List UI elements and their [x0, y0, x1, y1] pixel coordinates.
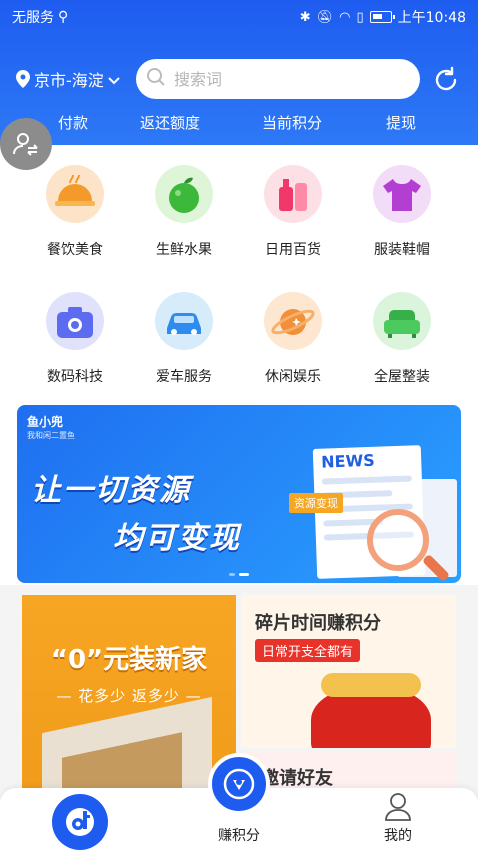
tab-earn-points-label: 赚积分 [218, 828, 260, 844]
location-text: 京市-海淀 [34, 71, 104, 90]
banner-headline-2: 均可变现 [113, 521, 241, 556]
subnav-withdraw[interactable]: 提现 [386, 112, 416, 130]
carousel-dots [229, 573, 249, 576]
search-bar[interactable] [136, 59, 420, 99]
category-daily-goods[interactable]: 日用百货 [243, 165, 343, 259]
camera-icon [46, 292, 104, 350]
banner-brand: 鱼小兜 我和闲二置鱼 [27, 413, 75, 441]
subnav-pay[interactable]: 付款 [58, 112, 88, 130]
banner-headline-1: 让一切资源 [31, 473, 191, 508]
car-icon [155, 292, 213, 350]
search-input[interactable] [174, 69, 394, 89]
news-line [321, 475, 412, 485]
refresh-icon[interactable] [430, 64, 462, 96]
location-selector[interactable]: 京市-海淀 [16, 67, 128, 91]
battery-icon [369, 11, 395, 23]
location-pin-icon [16, 70, 30, 88]
tab-mine-label: 我的 [384, 828, 412, 844]
chevron-down-icon [108, 70, 120, 89]
promo-right-title: 碎片时间赚积分 [255, 613, 381, 634]
brand-subtitle: 我和闲二置鱼 [27, 431, 75, 440]
clock-text: 上午10:48 [397, 10, 466, 26]
category-label: 生鲜水果 [156, 242, 212, 258]
brand-name: 鱼小兜 [27, 415, 64, 429]
category-car-service[interactable]: 爱车服务 [134, 292, 234, 386]
carousel-dot-active [239, 573, 249, 576]
usb-icon: ⚲ [58, 9, 69, 25]
banner-tag: 资源变现 [289, 493, 343, 513]
coin-icon [223, 768, 255, 800]
status-bar: 无服务 ⚲ ✱ 🔕︎ ◠ ▯ 上午10:48 [0, 0, 478, 32]
category-label: 日用百货 [265, 242, 321, 258]
category-digital[interactable]: 数码科技 [25, 292, 125, 386]
planet-icon [264, 292, 322, 350]
status-left: 无服务 ⚲ [12, 7, 68, 27]
apple-icon [155, 165, 213, 223]
magnifier-icon [367, 509, 429, 571]
gift-bag-ribbon [321, 673, 421, 697]
category-dining[interactable]: 餐饮美食 [25, 165, 125, 259]
dining-icon [46, 165, 104, 223]
wifi-icon: ◠ [339, 9, 351, 25]
carrier-text: 无服务 [12, 10, 54, 26]
category-label: 爱车服务 [156, 369, 212, 385]
category-label: 全屋整装 [374, 369, 430, 385]
tab-mine[interactable]: 我的 [338, 788, 458, 850]
search-icon [146, 67, 166, 91]
category-leisure[interactable]: 休闲娱乐 [243, 292, 343, 386]
promo-right-tag: 日常开支全都有 [255, 639, 361, 662]
promo-banner[interactable]: 鱼小兜 我和闲二置鱼 让一切资源 均可变现 NEWS 资源变现 [17, 405, 461, 583]
subnav-rebate[interactable]: 返还额度 [140, 112, 200, 130]
header-row: 京市-海淀 [0, 58, 478, 102]
subnav-points[interactable]: 当前积分 [262, 112, 322, 130]
app-logo-icon [66, 808, 94, 836]
account-subnav: 付款 返还额度 当前积分 提现 [0, 110, 478, 130]
tab-home-button[interactable] [52, 794, 108, 850]
promo-invite-title: 邀请好友 [261, 768, 333, 789]
category-apparel[interactable]: 服装鞋帽 [352, 165, 452, 259]
user-switch-icon[interactable] [0, 118, 52, 170]
category-home-decor[interactable]: 全屋整装 [352, 292, 452, 386]
news-label: NEWS [320, 450, 376, 472]
category-fresh-fruit[interactable]: 生鲜水果 [134, 165, 234, 259]
category-label: 休闲娱乐 [265, 369, 321, 385]
tab-earn-points-button[interactable] [208, 753, 270, 815]
category-label: 餐饮美食 [47, 242, 103, 258]
mute-icon: 🔕︎ [316, 9, 334, 25]
bluetooth-icon: ✱ [299, 9, 311, 25]
promo-left-title: “0”元装新家 [50, 645, 208, 675]
sofa-icon [373, 292, 431, 350]
sim-icon: ▯ [356, 9, 364, 25]
promo-home-decor-card[interactable]: “0”元装新家 — 花多少 返多少 — [22, 595, 236, 810]
promo-earn-points-card[interactable]: 碎片时间赚积分 日常开支全都有 [241, 595, 456, 748]
user-icon [384, 792, 412, 826]
cosmetics-icon [264, 165, 322, 223]
carousel-dot [229, 573, 235, 576]
tshirt-icon [373, 165, 431, 223]
status-right: ✱ 🔕︎ ◠ ▯ 上午10:48 [300, 7, 466, 27]
category-label: 数码科技 [47, 369, 103, 385]
category-label: 服装鞋帽 [374, 242, 430, 258]
